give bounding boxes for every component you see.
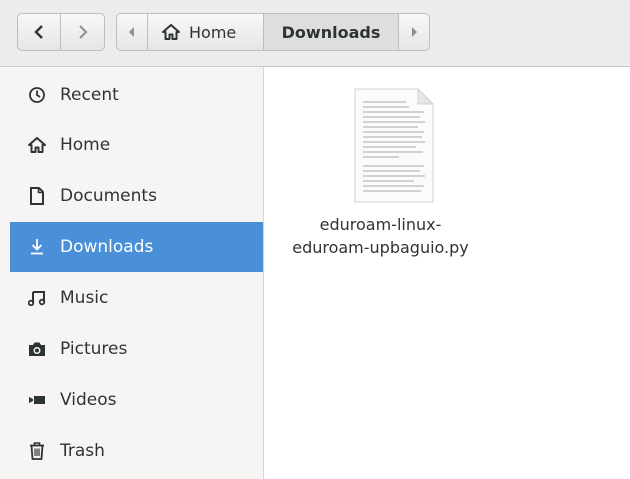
forward-button[interactable] [61,13,105,51]
music-note-icon [28,289,46,307]
file-name-line-1: eduroam-linux- [319,215,442,234]
path-current-button[interactable]: Downloads [264,13,399,51]
video-camera-icon [28,391,46,409]
clock-icon [28,86,46,104]
path-scroll-left-button[interactable] [116,13,148,51]
sidebar-item-home[interactable]: Home [10,120,263,170]
home-icon [162,24,180,40]
path-home-button[interactable]: Home [148,13,264,51]
sidebar-item-label: Downloads [60,237,154,257]
sidebar-item-recent[interactable]: Recent [10,70,263,120]
file-manager-window: Home Downloads Recent Home Documents Dow… [0,0,630,479]
back-button[interactable] [17,13,61,51]
path-scroll-right-button[interactable] [399,13,430,51]
file-item[interactable]: eduroam-linux- eduroam-upbaguio.py [278,85,483,275]
document-icon [28,187,46,205]
text-document-icon [354,88,434,203]
chevron-right-icon [78,25,87,39]
sidebar-item-label: Trash [60,441,105,461]
sidebar-item-documents[interactable]: Documents [10,171,263,221]
trash-icon [28,442,46,460]
chevron-left-icon [34,25,43,39]
sidebar-item-pictures[interactable]: Pictures [10,324,263,374]
sidebar-item-label: Music [60,288,109,308]
header-bar: Home Downloads [0,0,630,67]
sidebar-item-trash[interactable]: Trash [10,426,263,476]
sidebar-item-label: Videos [60,390,117,410]
sidebar-item-videos[interactable]: Videos [10,375,263,425]
sidebar-item-label: Home [60,135,111,155]
download-arrow-icon [28,238,46,256]
navigation-buttons [17,13,105,51]
triangle-left-icon [129,27,134,37]
file-name: eduroam-linux- eduroam-upbaguio.py [278,213,483,259]
camera-icon [28,340,46,358]
sidebar-item-downloads[interactable]: Downloads [10,222,263,272]
home-icon [28,136,46,154]
sidebar-item-label: Pictures [60,339,128,359]
file-view: eduroam-linux- eduroam-upbaguio.py [264,67,630,479]
sidebar-item-music[interactable]: Music [10,273,263,323]
triangle-right-icon [412,27,417,37]
path-bar: Home Downloads [116,13,430,51]
places-sidebar: Recent Home Documents Downloads Music Pi… [0,67,264,479]
path-current-label: Downloads [281,22,381,42]
file-name-line-2: eduroam-upbaguio.py [292,238,469,257]
path-home-label: Home [189,22,237,42]
sidebar-item-label: Recent [60,85,119,105]
sidebar-item-label: Documents [60,186,157,206]
